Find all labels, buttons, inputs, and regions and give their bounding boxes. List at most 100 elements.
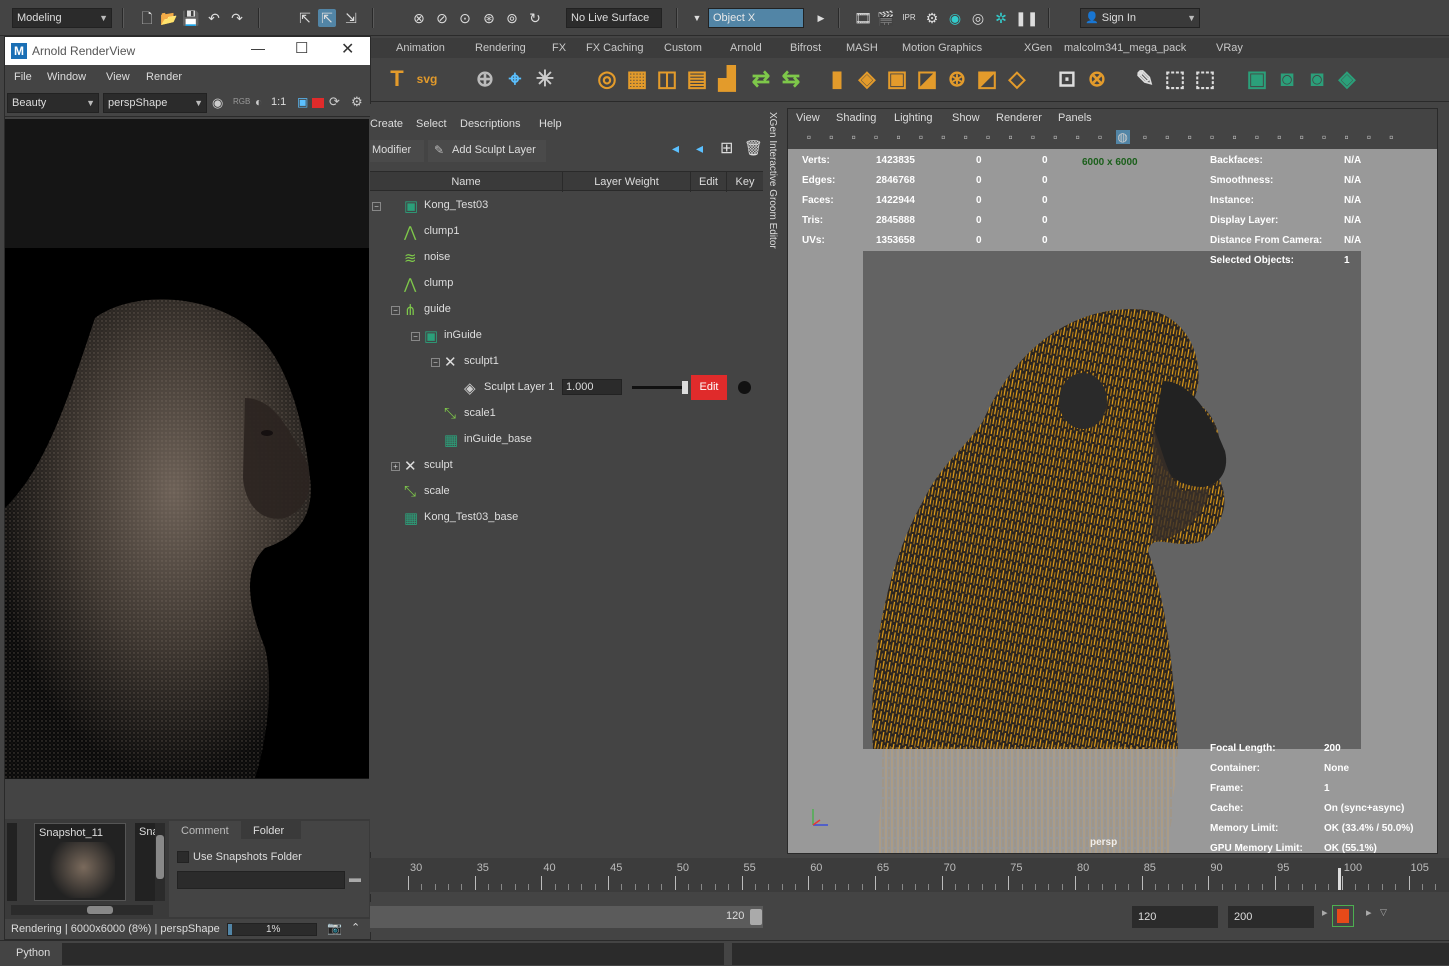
color-channel-icon[interactable]: ◐ (255, 95, 262, 109)
render-settings-icon[interactable]: ⚙ (923, 9, 941, 27)
expand-icon[interactable]: ◂ (696, 140, 703, 157)
layer-weight-slider[interactable] (632, 381, 688, 394)
edit-box-icon[interactable]: ⬚ (1190, 64, 1220, 94)
tree-item[interactable]: ▣ Kong_Test03 (370, 193, 763, 219)
tree-item[interactable]: ▣ inGuide (370, 323, 763, 349)
transfer-icon[interactable]: ⇄ (746, 64, 776, 94)
extrude-icon[interactable]: ▮ (822, 64, 852, 94)
tree-item[interactable]: ◈ Sculpt Layer 1 1.000 Edit (370, 375, 763, 401)
live-surface-field[interactable]: No Live Surface (566, 8, 662, 28)
shelf-tab[interactable]: Bifrost (786, 38, 825, 58)
aov-selector[interactable]: Beauty ▼ (7, 93, 99, 113)
stop-render-icon[interactable] (312, 98, 324, 108)
select-camera-icon[interactable]: ▫ (802, 130, 816, 144)
green-shape-icon[interactable]: ◙ (1272, 64, 1302, 94)
exposure-icon[interactable]: ◉ (212, 95, 223, 111)
column-layer-weight[interactable]: Layer Weight (562, 172, 690, 192)
camera-attr-icon[interactable]: ▫ (824, 130, 838, 144)
smooth-shade-icon[interactable]: ◍ (1115, 130, 1130, 144)
bounding-box-icon[interactable]: ⬚ (1160, 64, 1190, 94)
snap-point-icon[interactable]: ⊙ (456, 9, 474, 27)
menu-render[interactable]: Render (146, 65, 182, 89)
current-time-marker[interactable] (1338, 868, 1341, 890)
bevel-icon[interactable]: ◫ (652, 64, 682, 94)
close-icon[interactable]: ✕ (341, 39, 354, 59)
default-material-icon[interactable]: ▫ (1138, 130, 1152, 144)
chevron-up-icon[interactable]: ⌃ (351, 921, 360, 934)
open-scene-icon[interactable]: 📂 (160, 9, 178, 27)
menu-create[interactable]: Create (370, 112, 403, 136)
menu-view[interactable]: View (106, 65, 130, 89)
arnold-render-icon[interactable]: ◎ (969, 9, 987, 27)
plane-icon[interactable]: ◇ (1002, 64, 1032, 94)
grid-icon[interactable]: ▤ (682, 64, 712, 94)
command-input[interactable] (62, 943, 724, 965)
hypershade-icon[interactable]: ◉ (946, 9, 964, 27)
snapshot-scrollbar[interactable] (155, 823, 165, 901)
motion-blur-icon[interactable]: ▫ (1250, 130, 1264, 144)
edit-layer-button[interactable]: Edit (691, 375, 727, 400)
slider-thumb[interactable] (682, 381, 688, 394)
column-edit[interactable]: Edit (690, 172, 726, 192)
shelf-tab[interactable]: Custom (660, 38, 706, 58)
xray-joints-icon[interactable]: ▫ (1340, 130, 1354, 144)
ambient-occlusion-icon[interactable]: ▫ (1228, 130, 1242, 144)
hud-icon[interactable]: ▫ (1384, 130, 1398, 144)
shelf-tab[interactable]: Animation (392, 38, 449, 58)
tree-item[interactable]: ⋀ clump1 (370, 219, 763, 245)
image-plane-icon[interactable]: ▫ (869, 130, 883, 144)
shelf-tab[interactable]: FX (548, 38, 570, 58)
tree-item[interactable]: ✕ sculpt (370, 453, 763, 479)
time-slider[interactable]: 30 35 40 45 50 55 60 65 70 75 80 85 90 95 100 105 (370, 858, 1449, 894)
shadows-icon[interactable]: ▫ (1205, 130, 1219, 144)
tab-folder[interactable]: Folder (241, 821, 301, 839)
minimize-icon[interactable]: — (251, 40, 265, 56)
window-titlebar[interactable]: M Arnold RenderView — ☐ ✕ (5, 37, 370, 65)
snapshot-thumbnail-2[interactable]: Sna (135, 823, 159, 901)
select-object-icon[interactable]: ⇱ (318, 9, 336, 27)
3d-viewport[interactable]: Verts: 1423835 0 0 Edges: 2846768 0 0 Faces: 1422… (788, 149, 1437, 853)
maximize-icon[interactable]: ☐ (295, 39, 308, 57)
animation-end-field[interactable]: 200 (1228, 906, 1314, 928)
shelf-tab[interactable]: Motion Graphics (898, 38, 986, 58)
sign-in-button[interactable]: 👤 Sign In ▼ (1080, 8, 1200, 28)
snap-curve-icon[interactable]: ⊘ (433, 9, 451, 27)
chevron-down-icon[interactable]: ▼ (688, 9, 706, 27)
measure-icon[interactable]: ⌖ (500, 64, 530, 94)
film-gate-icon[interactable]: ▫ (959, 130, 973, 144)
steps-icon[interactable]: ▟ (712, 64, 742, 94)
settings-gear-icon[interactable]: ⚙ (351, 94, 363, 110)
range-handle[interactable] (750, 909, 762, 925)
grid-toggle-icon[interactable]: ▫ (936, 130, 950, 144)
pencil-icon[interactable]: ✎ (1130, 64, 1160, 94)
playback-start-field[interactable]: 120 (1132, 906, 1218, 928)
expand-toggle-icon[interactable]: − (411, 332, 420, 341)
range-bar[interactable]: 120 (370, 906, 763, 928)
green-cube-icon[interactable]: ▣ (1242, 64, 1272, 94)
mode-selector[interactable]: Modeling ▼ (12, 8, 112, 28)
expand-toggle-icon[interactable]: − (431, 358, 440, 367)
tree-item[interactable]: ⋀ clump (370, 271, 763, 297)
field-chart-icon[interactable]: ▫ (1026, 130, 1040, 144)
chevron-right-icon[interactable]: ▶ (812, 9, 830, 27)
menu-window[interactable]: Window (47, 65, 86, 89)
select-component-icon[interactable]: ⇲ (342, 9, 360, 27)
sphere-primitive-icon[interactable]: ◎ (592, 64, 622, 94)
chevron-right-icon[interactable]: ▸ (1366, 906, 1372, 919)
shelf-tab[interactable]: FX Caching (582, 38, 647, 58)
coordinate-icon[interactable]: ✳ (530, 64, 560, 94)
render-frame-icon[interactable]: 🎬 (877, 9, 895, 27)
hscrollbar-thumb[interactable] (87, 906, 113, 914)
snap-surface-icon[interactable]: ⊚ (503, 9, 521, 27)
sphere-frame-icon[interactable]: ⊗ (1082, 64, 1112, 94)
region-icon[interactable]: ▣ (297, 95, 308, 109)
resolution-gate-icon[interactable]: ▫ (981, 130, 995, 144)
menu-help[interactable]: Help (539, 112, 562, 136)
shelf-tab[interactable]: VRay (1212, 38, 1247, 58)
collapse-left-icon[interactable]: ◂ (672, 140, 679, 157)
expand-toggle-icon[interactable]: − (391, 306, 400, 315)
tree-item[interactable]: ✕ sculpt1 (370, 349, 763, 375)
text-tool-icon[interactable]: T (382, 64, 412, 94)
wireframe-icon[interactable]: ▫ (1093, 130, 1107, 144)
script-language-toggle[interactable]: Python (16, 947, 50, 959)
